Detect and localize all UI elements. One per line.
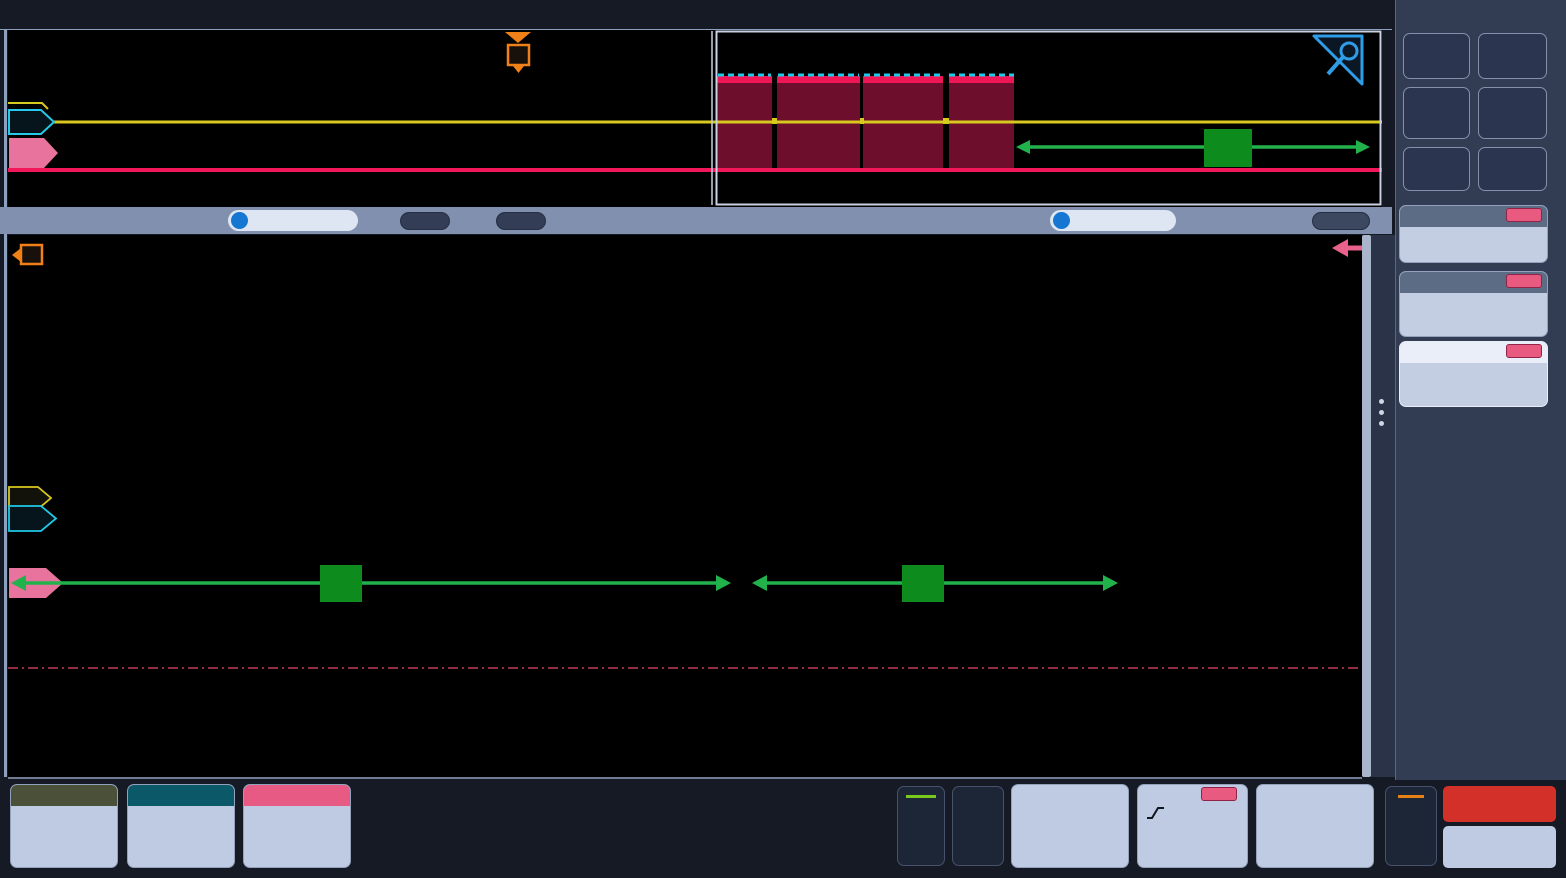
ch4-color-line <box>906 795 936 798</box>
rf-color-line <box>1398 795 1424 798</box>
bottom-bar <box>0 780 1566 878</box>
ch3-badge-title <box>244 785 350 806</box>
panel-divider-handle[interactable] <box>1362 235 1371 777</box>
menu-bar <box>0 0 1566 29</box>
main-graticule[interactable] <box>8 235 1362 779</box>
t1-annotation <box>11 565 731 602</box>
ch2-badge-title <box>128 785 234 806</box>
horizontal-title <box>1020 786 1120 805</box>
search-button[interactable] <box>1403 87 1470 139</box>
waveform-overview[interactable] <box>8 30 1382 207</box>
knob-a-icon <box>231 212 248 229</box>
zoom-toolbar <box>0 207 1392 234</box>
expansion-point-arrow <box>1332 239 1362 257</box>
ch1-badge[interactable] <box>10 784 118 868</box>
knob-b-icon <box>1053 212 1070 229</box>
magnifier-icon[interactable] <box>1314 36 1362 84</box>
zoom-out-button[interactable] <box>496 212 546 230</box>
t3-annotation <box>1016 129 1370 167</box>
trigger-badge[interactable] <box>1137 784 1248 868</box>
overview-trigger-flag[interactable] <box>505 32 531 73</box>
overview-channel-labels[interactable] <box>8 103 58 168</box>
acquisition-badge[interactable] <box>1256 784 1374 868</box>
measurement-badge-7[interactable] <box>1399 271 1548 337</box>
source-badge <box>1506 344 1542 358</box>
source-badge <box>1506 274 1542 288</box>
acquisition-title <box>1265 786 1365 805</box>
trigger-source-badge <box>1201 787 1237 801</box>
preview-button[interactable] <box>1443 786 1556 822</box>
horizontal-badge[interactable] <box>1011 784 1129 868</box>
ch3-marker[interactable] <box>9 138 58 168</box>
zoom-position-control[interactable] <box>1050 210 1176 231</box>
ch3-badge[interactable] <box>243 784 351 868</box>
panel-gap <box>1371 235 1395 777</box>
trigger-position-marker[interactable] <box>12 245 42 264</box>
cursors-button[interactable] <box>1403 33 1470 79</box>
datetime-display <box>1443 826 1556 868</box>
ch2-badge[interactable] <box>127 784 235 868</box>
ch2-marker[interactable] <box>9 110 54 134</box>
ch1-label-hint <box>8 103 48 109</box>
math-ref-bus-button[interactable] <box>952 786 1004 866</box>
measure-button[interactable] <box>1478 33 1547 79</box>
more-button[interactable] <box>1478 147 1547 191</box>
source-badge <box>1506 208 1542 222</box>
zoom-in-button[interactable] <box>400 212 450 230</box>
ch4-button[interactable] <box>897 786 945 866</box>
zoom-scale-control[interactable] <box>228 210 358 231</box>
zoom-close-button[interactable] <box>1312 212 1370 230</box>
ch2-marker[interactable] <box>9 506 56 531</box>
t2-annotation <box>752 565 1118 602</box>
draw-a-box-button[interactable] <box>1403 147 1470 191</box>
measurement-badge-8[interactable] <box>1399 341 1548 407</box>
divider <box>4 30 7 777</box>
measurement-badge-1[interactable] <box>1399 205 1548 263</box>
ch1-badge-title <box>11 785 117 806</box>
rf-button[interactable] <box>1385 786 1437 866</box>
rising-edge-icon <box>1146 805 1166 821</box>
drag-handle-dots-icon[interactable] <box>1379 399 1384 426</box>
oscilloscope-screen <box>0 0 1566 878</box>
results-table-button[interactable] <box>1478 87 1547 139</box>
